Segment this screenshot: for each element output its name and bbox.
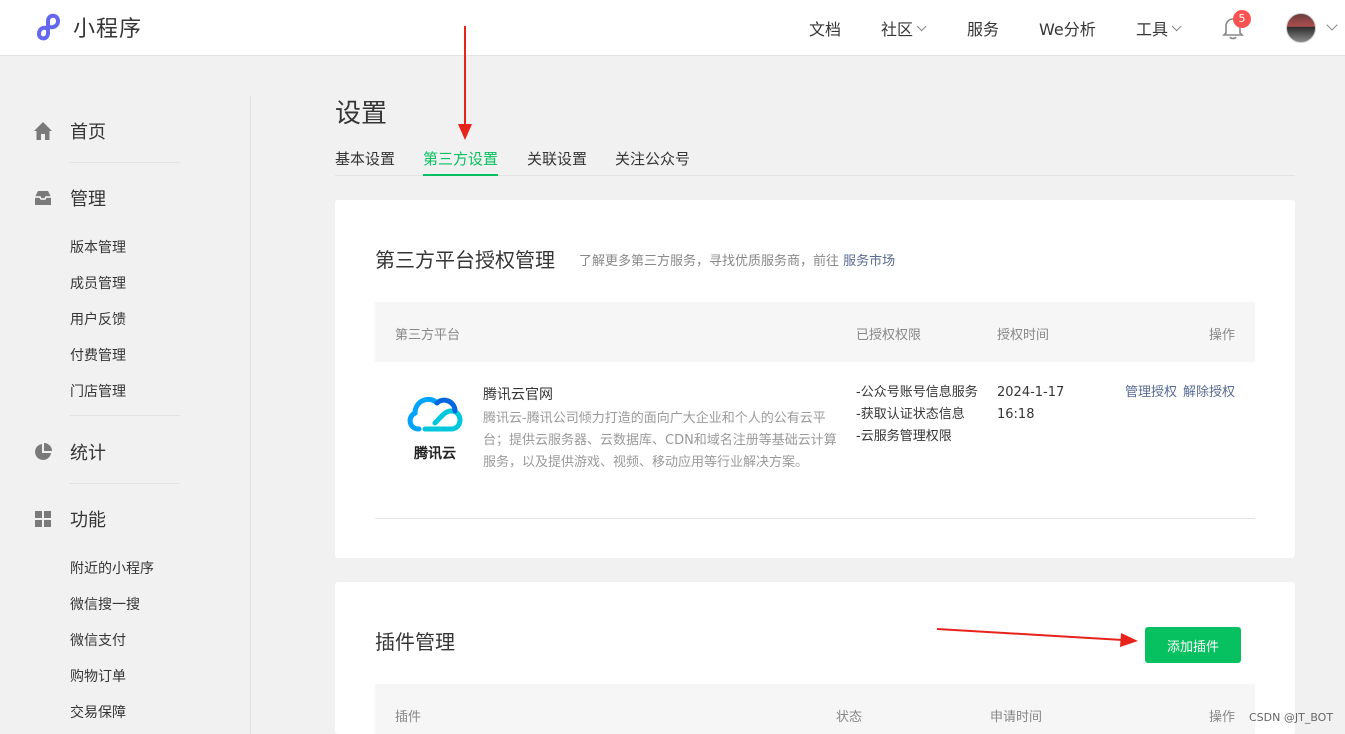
sidebar-item-orders[interactable]: 购物订单 <box>70 666 126 686</box>
nav-tools[interactable]: 工具 <box>1136 0 1182 56</box>
chevron-down-icon[interactable] <box>1326 19 1338 31</box>
permission-item: -云服务管理权限 <box>856 429 952 444</box>
column-header: 已授权权限 <box>856 328 922 343</box>
column-header: 申请时间 <box>990 710 1043 725</box>
sidebar-item-features[interactable]: 功能 <box>33 506 106 532</box>
table-header: 插件 状态 申请时间 操作 <box>375 684 1255 734</box>
sidebar-item-manage[interactable]: 管理 <box>33 185 106 211</box>
auth-time: 2024-1-17 16:18 <box>997 385 1065 422</box>
sidebar-divider <box>250 95 251 734</box>
revoke-auth-link[interactable]: 解除授权 <box>1183 385 1235 400</box>
logo-text: 腾讯云 <box>414 446 456 462</box>
tab-basic-settings[interactable]: 基本设置 <box>335 148 395 176</box>
pie-chart-icon <box>33 442 53 462</box>
nav-we-analytics[interactable]: We分析 <box>1039 0 1096 56</box>
home-icon <box>33 121 53 141</box>
sidebar-item-nearby[interactable]: 附近的小程序 <box>70 558 154 578</box>
logo[interactable]: 小程序 <box>33 11 142 43</box>
third-party-card: 第三方平台授权管理 了解更多第三方服务，寻找优质服务商，前往 服务市场 第三方平… <box>335 200 1295 558</box>
divider <box>69 162 180 163</box>
nav-services[interactable]: 服务 <box>967 0 999 56</box>
row-actions: 管理授权 解除授权 <box>1125 382 1235 404</box>
divider <box>69 483 180 484</box>
card-title: 第三方平台授权管理 <box>375 248 555 272</box>
table-row: 腾讯云 腾讯云官网 腾讯云-腾讯公司倾力打造的面向广大企业和个人的公有云平台；提… <box>375 362 1255 519</box>
nav-tools-label: 工具 <box>1136 20 1169 39</box>
page-title: 设置 <box>335 99 388 129</box>
watermark: CSDN @JT_BOT <box>1249 711 1334 724</box>
permissions-list: -公众号账号信息服务 -获取认证状态信息 -云服务管理权限 <box>856 382 980 448</box>
table-header: 第三方平台 已授权权限 授权时间 操作 <box>375 302 1255 362</box>
sidebar-item-home[interactable]: 首页 <box>33 118 106 144</box>
nav-community-label: 社区 <box>881 20 914 39</box>
sidebar-item-store[interactable]: 门店管理 <box>70 381 126 401</box>
settings-tabs: 基本设置 第三方设置 关联设置 关注公众号 <box>335 148 1295 176</box>
nav-we-analytics-label: We分析 <box>1039 20 1096 39</box>
chevron-down-icon <box>916 20 927 31</box>
sidebar-label: 功能 <box>70 510 106 531</box>
card-description: 了解更多第三方服务，寻找优质服务商，前往 服务市场 <box>579 250 895 269</box>
tab-related-settings[interactable]: 关联设置 <box>527 148 587 176</box>
sidebar-item-version[interactable]: 版本管理 <box>70 237 126 257</box>
sidebar-item-feedback[interactable]: 用户反馈 <box>70 309 126 329</box>
platform-name: 腾讯云官网 <box>483 387 553 403</box>
sidebar-item-wechat-search[interactable]: 微信搜一搜 <box>70 594 140 614</box>
column-header: 插件 <box>395 710 422 725</box>
chevron-down-icon <box>1171 20 1182 31</box>
cloud-icon <box>407 396 463 432</box>
service-market-link[interactable]: 服务市场 <box>843 254 895 269</box>
divider <box>69 415 180 416</box>
grid-icon <box>33 509 53 529</box>
sidebar-label: 统计 <box>70 443 106 464</box>
sidebar-item-wechat-pay[interactable]: 微信支付 <box>70 630 126 650</box>
top-header: 小程序 文档 社区 服务 We分析 工具 5 <box>0 0 1345 56</box>
manage-auth-link[interactable]: 管理授权 <box>1125 385 1177 400</box>
tencent-cloud-logo: 腾讯云 <box>405 387 465 462</box>
nav-docs-label: 文档 <box>809 20 842 39</box>
platform-description: 腾讯云-腾讯公司倾力打造的面向广大企业和个人的公有云平台；提供云服务器、云数据库… <box>483 411 837 470</box>
column-header: 授权时间 <box>997 328 1050 343</box>
sidebar-item-guarantee[interactable]: 交易保障 <box>70 702 126 722</box>
nav-docs[interactable]: 文档 <box>809 0 841 56</box>
column-header: 状态 <box>836 710 863 725</box>
plugin-card: 插件管理 添加插件 插件 状态 申请时间 操作 <box>335 582 1295 734</box>
permission-item: -公众号账号信息服务 <box>856 385 978 400</box>
column-header: 操作 <box>1208 328 1235 343</box>
mini-program-logo-icon <box>37 13 61 41</box>
app-name: 小程序 <box>73 17 143 42</box>
inbox-icon <box>33 188 53 208</box>
column-header: 第三方平台 <box>395 328 461 343</box>
tab-follow-account[interactable]: 关注公众号 <box>615 148 690 176</box>
column-header: 操作 <box>1208 710 1235 725</box>
sidebar-item-payment[interactable]: 付费管理 <box>70 345 126 365</box>
notification-badge: 5 <box>1233 10 1251 28</box>
sidebar-label: 管理 <box>70 189 106 210</box>
sidebar-label: 首页 <box>70 122 106 143</box>
sidebar-item-stats[interactable]: 统计 <box>33 439 106 465</box>
nav-services-label: 服务 <box>967 20 1000 39</box>
add-plugin-button[interactable]: 添加插件 <box>1145 627 1241 663</box>
nav-community[interactable]: 社区 <box>881 0 927 56</box>
avatar[interactable] <box>1286 13 1316 43</box>
sidebar-item-members[interactable]: 成员管理 <box>70 273 126 293</box>
description-text: 了解更多第三方服务，寻找优质服务商，前往 <box>579 254 840 269</box>
card-title: 插件管理 <box>375 630 455 654</box>
permission-item: -获取认证状态信息 <box>856 407 965 422</box>
tab-third-party-settings[interactable]: 第三方设置 <box>423 148 499 176</box>
